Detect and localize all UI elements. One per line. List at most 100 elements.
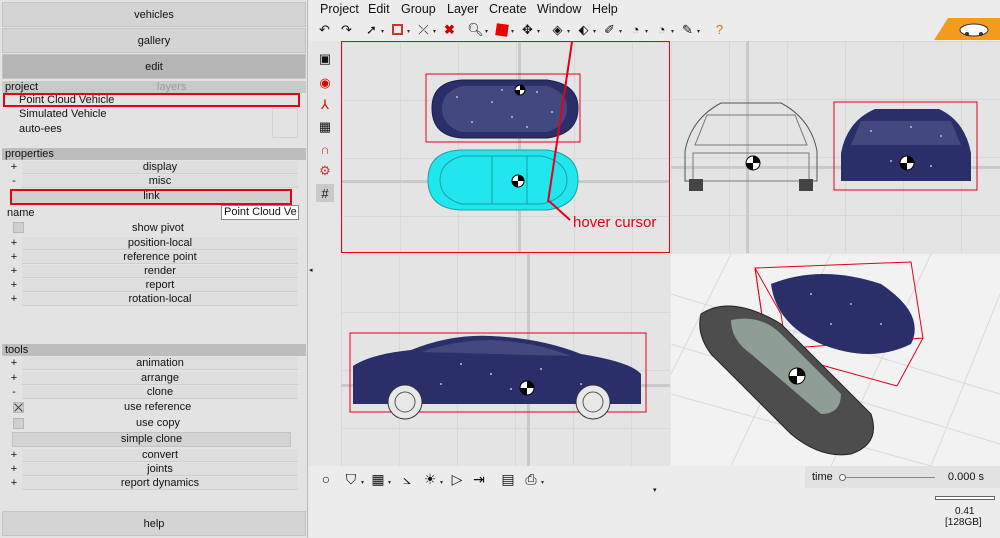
gear-settings-icon[interactable]: ⚙ [316, 162, 334, 180]
box-select-icon[interactable] [389, 21, 406, 38]
perspective-scene [671, 254, 1000, 466]
top-viewport[interactable]: hover cursor [341, 41, 670, 253]
menu-window[interactable]: Window [537, 2, 581, 16]
help-button[interactable]: help [2, 511, 306, 536]
magnet-icon[interactable]: ∩ [316, 140, 334, 158]
joints-label: joints [22, 463, 298, 476]
time-slider[interactable] [839, 474, 935, 481]
project-tab[interactable]: project [5, 81, 38, 93]
side-viewport[interactable] [341, 254, 670, 466]
main-toolbar: ↶ ↷ ➚ ▾ ▾ ⤫ ▾ ✖ 🔍︎ ▾ ▾ ✥ ▾ ◈ ▾ ⬖ ▾ ✐ ▾ ◔ ▾ ◔ ▾ ✎ ▾… [309, 19, 1000, 41]
zoom-icon[interactable]: 🔍︎ [467, 21, 484, 38]
pencil-icon[interactable]: ✎ [679, 21, 696, 38]
layers-tab[interactable]: layers [157, 81, 186, 93]
delete-icon[interactable]: ✖ [441, 21, 458, 38]
menu-help[interactable]: Help [592, 2, 618, 16]
record-icon[interactable]: ◉ [316, 74, 334, 92]
document-icon[interactable]: ▤ [499, 470, 517, 488]
step-icon[interactable]: ⇥ [470, 470, 488, 488]
simple-clone-button[interactable]: simple clone [12, 432, 291, 447]
measure-icon[interactable]: ◔ [627, 21, 644, 38]
rotate-icon[interactable]: ◈ [549, 21, 566, 38]
deselect-icon[interactable]: ⤫ [415, 21, 432, 38]
name-label: name [7, 207, 35, 219]
perspective-viewport[interactable] [671, 254, 1000, 466]
front-view-scene [684, 101, 978, 191]
paint-icon[interactable]: ✐ [601, 21, 618, 38]
clone-label: clone [22, 386, 298, 399]
name-field[interactable]: Point Cloud Ve [221, 205, 299, 220]
bottom-toolbar: ○ ⛉ ▾ ▦ ▾ ⦣ ☀ ▾ ▷ ⇥ ▤ ⎙ ▾ ▾ time 0.000 s 0.4… [309, 466, 1000, 538]
scale-icon[interactable]: ◔ [653, 21, 670, 38]
report-row[interactable]: + report [2, 279, 306, 292]
sphere-icon[interactable]: ○ [317, 470, 335, 488]
animation-row[interactable]: + animation [2, 357, 306, 370]
shield-icon[interactable]: ⛉ [342, 470, 360, 488]
use-reference-label: use reference [124, 401, 192, 413]
expand-icon: + [10, 372, 18, 384]
collapse-icon: - [12, 386, 16, 398]
solid-cube-icon[interactable] [493, 21, 510, 38]
show-pivot-checkbox[interactable] [13, 222, 24, 233]
use-copy-checkbox[interactable] [13, 418, 24, 429]
selected-item-highlight [3, 93, 300, 107]
report-dynamics-row[interactable]: + report dynamics [2, 477, 306, 490]
menu-layer[interactable]: Layer [447, 2, 478, 16]
undo-icon[interactable]: ↶ [316, 21, 333, 38]
convert-row[interactable]: + convert [2, 449, 306, 462]
side-view-scene [349, 332, 647, 420]
menu-create[interactable]: Create [489, 2, 527, 16]
eraser-icon[interactable]: ⬖ [575, 21, 592, 38]
edit-button[interactable]: edit [2, 54, 306, 79]
left-panel: vehicles gallery edit project layers Poi… [0, 0, 308, 538]
display-row[interactable]: + display [2, 161, 306, 174]
help-icon[interactable]: ? [711, 21, 728, 38]
redo-icon[interactable]: ↷ [338, 21, 355, 38]
misc-row[interactable]: - misc [2, 175, 306, 188]
front-viewport[interactable] [671, 41, 1000, 253]
graph-icon[interactable]: ⦣ [398, 470, 416, 488]
rotation-local-row[interactable]: + rotation-local [2, 293, 306, 306]
reference-point-row[interactable]: + reference point [2, 251, 306, 264]
project-header: project layers [2, 81, 306, 93]
select-icon[interactable]: ➚ [363, 21, 380, 38]
clone-row[interactable]: - clone [2, 386, 306, 399]
project-item-auto-ees[interactable]: auto-ees [19, 123, 62, 135]
menu-bar: Project Edit Group Layer Create Window H… [309, 0, 1000, 19]
print-icon[interactable]: ⎙ [522, 470, 540, 488]
expand-icon: + [10, 279, 18, 291]
frame-icon[interactable]: ▦ [316, 118, 334, 136]
layout-icon[interactable]: ▦ [369, 470, 387, 488]
joints-row[interactable]: + joints [2, 463, 306, 476]
render-row[interactable]: + render [2, 265, 306, 278]
gallery-button[interactable]: gallery [2, 28, 306, 53]
vehicles-button[interactable]: vehicles [2, 2, 306, 27]
camera-icon[interactable]: ▣ [316, 50, 334, 68]
play-icon[interactable]: ▷ [448, 470, 466, 488]
menu-project[interactable]: Project [320, 2, 359, 16]
expand-icon: + [10, 265, 18, 277]
menu-edit[interactable]: Edit [368, 2, 390, 16]
tools-header: tools [2, 344, 306, 356]
arrange-label: arrange [22, 372, 298, 385]
use-reference-checkbox[interactable] [13, 402, 24, 413]
animation-label: animation [22, 357, 298, 370]
panel-collapse-icon[interactable]: ◂ [309, 266, 313, 274]
expand-icon: + [10, 161, 18, 173]
hover-cursor-annotation: hover cursor [573, 214, 657, 231]
move-icon[interactable]: ✥ [519, 21, 536, 38]
arrange-row[interactable]: + arrange [2, 372, 306, 385]
project-item-simulated-vehicle[interactable]: Simulated Vehicle [19, 108, 106, 120]
grid-icon[interactable]: # [316, 184, 334, 202]
menu-group[interactable]: Group [401, 2, 436, 16]
dropdown-icon[interactable]: ▾ [653, 486, 657, 494]
axis-icon[interactable]: ⅄ [316, 96, 334, 114]
light-icon[interactable]: ☀ [421, 470, 439, 488]
time-value: 0.000 s [947, 471, 984, 483]
position-local-label: position-local [22, 237, 298, 250]
project-scroll-area [272, 108, 298, 138]
time-slider-handle[interactable] [839, 474, 846, 481]
render-label: render [22, 265, 298, 278]
position-local-row[interactable]: + position-local [2, 237, 306, 250]
rotation-local-label: rotation-local [22, 293, 298, 306]
